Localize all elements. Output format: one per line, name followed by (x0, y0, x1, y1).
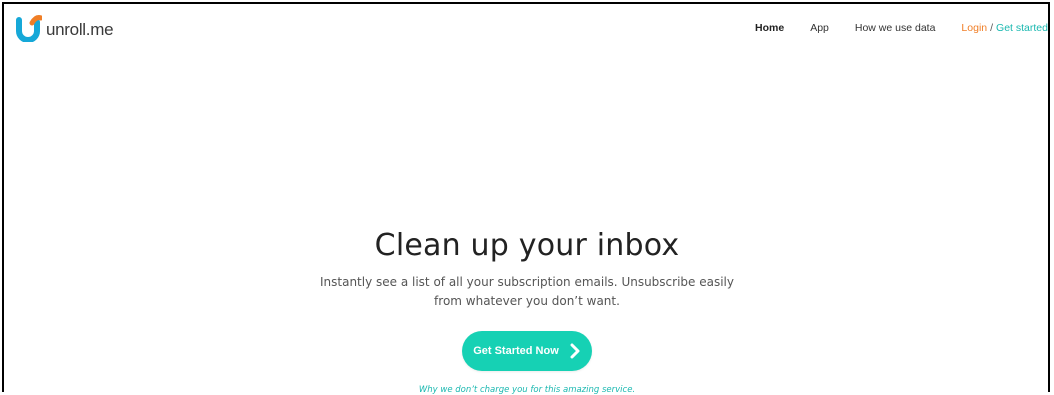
get-started-now-button[interactable]: Get Started Now (462, 331, 592, 371)
cta-label: Get Started Now (473, 345, 559, 357)
hero-section: Clean up your inbox Instantly see a list… (0, 228, 1054, 395)
chevron-right-icon (570, 343, 580, 359)
nav-app[interactable]: App (810, 22, 829, 34)
unroll-me-logo-icon (16, 15, 42, 42)
hero-subtitle: Instantly see a list of all your subscri… (319, 275, 734, 308)
hero-title: Clean up your inbox (374, 228, 680, 263)
login-link[interactable]: Login (961, 22, 987, 34)
why-free-link[interactable]: Why we don’t charge you for this amazing… (0, 385, 1054, 395)
auth-links: Login / Get started (961, 22, 1048, 34)
auth-separator: / (990, 22, 994, 34)
get-started-link[interactable]: Get started (996, 22, 1048, 34)
brand-logo[interactable]: unroll.me (14, 14, 114, 42)
nav-how-we-use-data[interactable]: How we use data (855, 22, 936, 34)
brand-name: unroll.me (46, 20, 114, 39)
top-nav: Home App How we use data Login / Get start… (755, 22, 1048, 34)
nav-home[interactable]: Home (755, 22, 784, 34)
